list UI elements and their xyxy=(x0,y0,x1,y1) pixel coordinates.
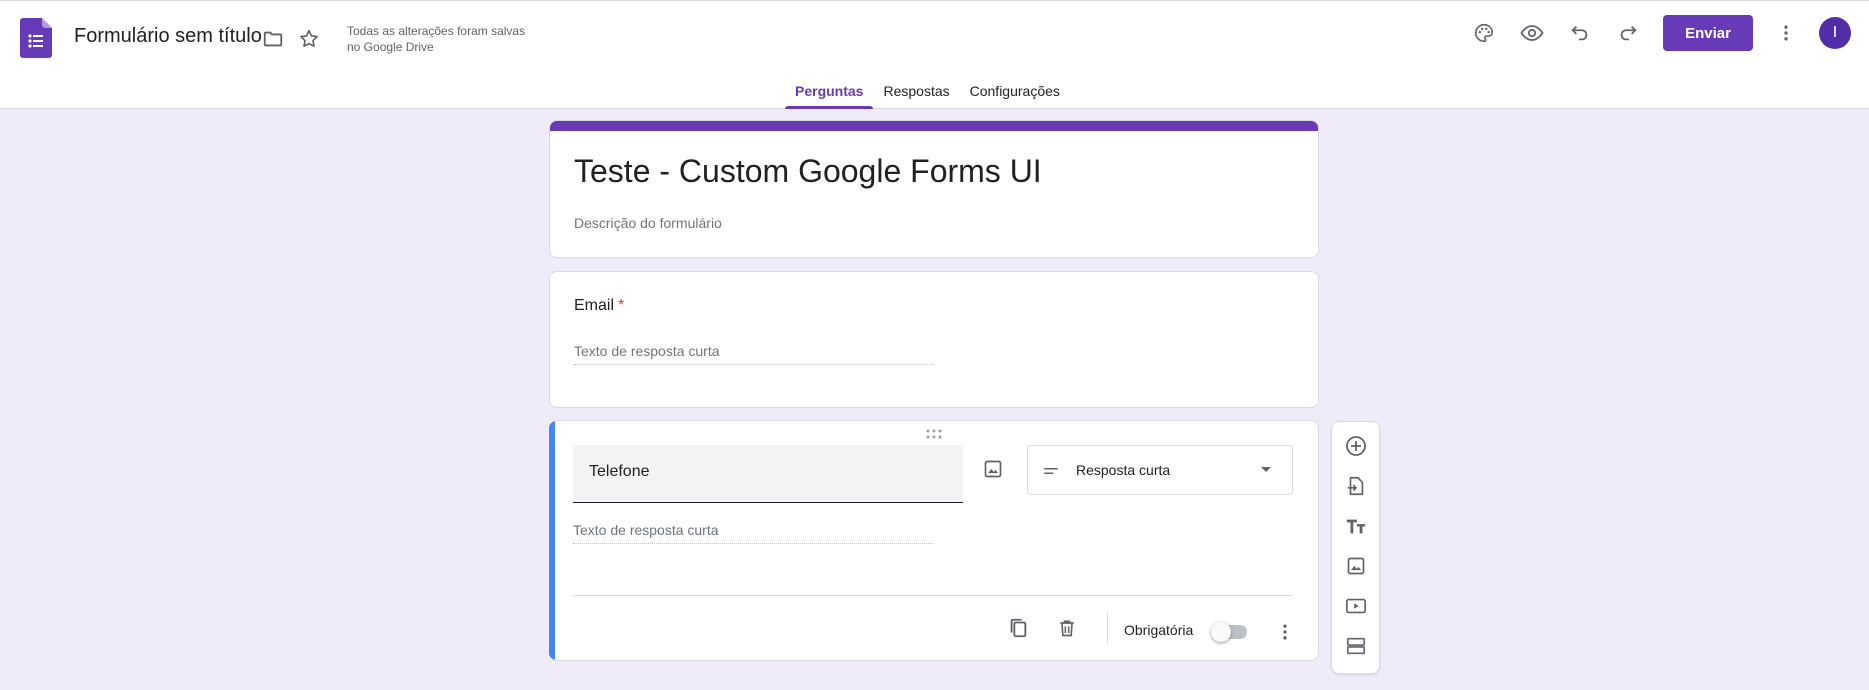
question-label: Email * xyxy=(574,297,624,315)
question-card-telefone[interactable]: Telefone Resposta curta Texto de respost… xyxy=(549,420,1319,661)
save-status-text: Todas as alterações foram salvas no Goog… xyxy=(347,24,526,54)
accent-bar xyxy=(550,121,1318,131)
side-toolbar xyxy=(1331,421,1380,674)
chevron-down-icon xyxy=(1260,466,1272,474)
preview-eye-icon[interactable] xyxy=(1514,15,1550,51)
toggle-knob xyxy=(1211,622,1231,642)
star-icon[interactable] xyxy=(291,21,327,57)
redo-icon[interactable] xyxy=(1610,15,1646,51)
palette-icon[interactable] xyxy=(1466,15,1502,51)
footer-vertical-divider xyxy=(1107,612,1108,644)
add-video-icon[interactable] xyxy=(1338,588,1374,624)
question-type-label: Resposta curta xyxy=(1076,462,1171,478)
short-answer-placeholder: Texto de resposta curta xyxy=(574,343,934,365)
question-type-dropdown[interactable]: Resposta curta xyxy=(1027,445,1293,495)
google-forms-logo-icon[interactable] xyxy=(20,18,52,58)
add-section-icon[interactable] xyxy=(1338,628,1374,664)
app-header: Formulário sem título Todas as alteraçõe… xyxy=(0,0,1869,109)
add-title-icon[interactable] xyxy=(1338,508,1374,544)
required-toggle[interactable] xyxy=(1211,622,1247,642)
question-title-input[interactable]: Telefone xyxy=(573,445,963,503)
more-vert-icon[interactable] xyxy=(1768,15,1804,51)
tab-respostas[interactable]: Respostas xyxy=(873,71,959,109)
tab-perguntas[interactable]: Perguntas xyxy=(785,71,874,109)
editor-tabs: Perguntas Respostas Configurações xyxy=(785,71,1070,109)
drag-handle-icon[interactable] xyxy=(925,429,943,439)
active-question-indicator xyxy=(549,421,555,660)
short-answer-placeholder: Texto de resposta curta xyxy=(573,522,933,544)
folder-icon[interactable] xyxy=(255,21,291,57)
delete-icon[interactable] xyxy=(1049,610,1085,646)
required-label: Obrigatória xyxy=(1124,622,1194,638)
add-image-icon[interactable] xyxy=(1338,548,1374,584)
document-title[interactable]: Formulário sem título xyxy=(74,25,262,48)
add-question-icon[interactable] xyxy=(1338,428,1374,464)
short-text-icon xyxy=(1042,462,1060,480)
undo-icon[interactable] xyxy=(1562,15,1598,51)
import-questions-icon[interactable] xyxy=(1338,468,1374,504)
form-title[interactable]: Teste - Custom Google Forms UI xyxy=(574,153,1042,190)
form-title-card[interactable]: Teste - Custom Google Forms UI Descrição… xyxy=(549,120,1319,258)
question-more-vert-icon[interactable] xyxy=(1267,614,1303,650)
account-avatar[interactable]: I xyxy=(1819,17,1851,49)
duplicate-icon[interactable] xyxy=(1000,610,1036,646)
question-card-email[interactable]: Email * Texto de resposta curta xyxy=(549,271,1319,408)
form-description-field[interactable]: Descrição do formulário xyxy=(574,215,722,231)
question-title: Email xyxy=(574,297,615,314)
footer-divider xyxy=(573,595,1293,596)
required-asterisk: * xyxy=(618,297,625,314)
tab-configuracoes[interactable]: Configurações xyxy=(960,71,1070,109)
send-button[interactable]: Enviar xyxy=(1663,15,1753,51)
add-image-icon[interactable] xyxy=(975,451,1011,487)
